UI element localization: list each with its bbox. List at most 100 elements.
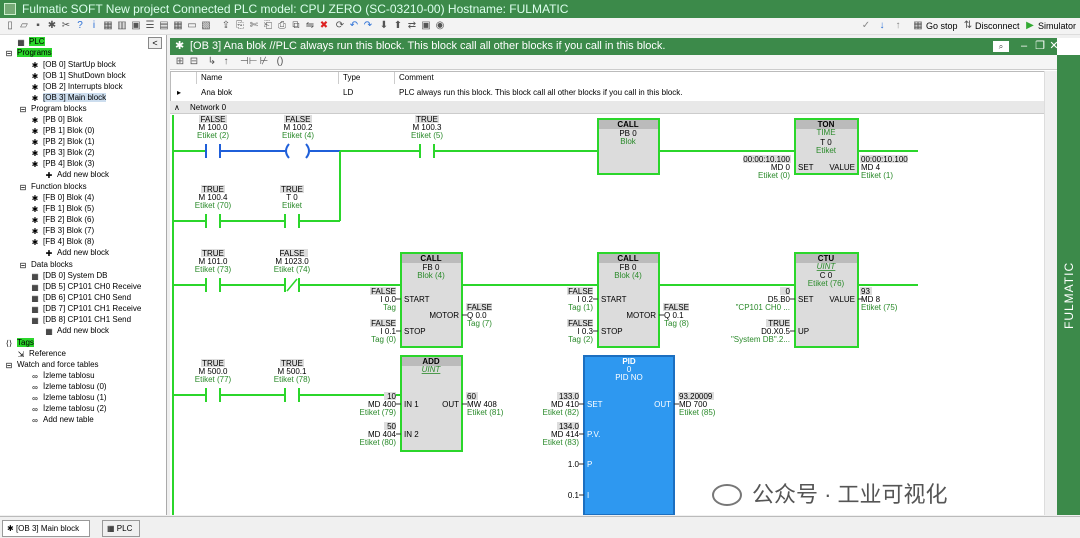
up-arrow-icon[interactable]: ↑: [892, 20, 904, 32]
grid-icon[interactable]: ▦: [102, 20, 114, 32]
add-network-icon[interactable]: ⊞: [174, 56, 186, 68]
tree-item-pb4[interactable]: ✱ [PB 4] Blok (3): [30, 158, 95, 169]
gear-icon: ✱: [31, 127, 39, 136]
coil-icon[interactable]: (): [274, 56, 286, 68]
table-icon[interactable]: ▦: [172, 20, 184, 32]
ladder-canvas[interactable]: FALSE M 100.0 Etiket (2) FALSE M 100.2 E…: [170, 115, 1050, 515]
no-contact-icon[interactable]: ⊣⊢: [240, 56, 257, 68]
duplicate-icon[interactable]: ⧉: [290, 20, 302, 32]
rows-icon[interactable]: ▤: [158, 20, 170, 32]
collapse-network-icon[interactable]: ∧: [174, 101, 180, 114]
collapse-tree-button[interactable]: <: [148, 37, 162, 49]
tree-item-db8[interactable]: ▦ [DB 8] CP101 CH1 Send: [30, 314, 131, 325]
simulator-button[interactable]: Simulator: [1038, 20, 1076, 32]
svg-text:Etiket (5): Etiket (5): [411, 131, 443, 140]
list-icon[interactable]: ☰: [144, 20, 156, 32]
tree-item-table1[interactable]: ∞ İzleme tablosu (0): [30, 381, 106, 392]
panel-icon[interactable]: ▣: [130, 20, 142, 32]
cut2-icon[interactable]: ✄: [248, 20, 260, 32]
split-icon[interactable]: ▥: [116, 20, 128, 32]
ladder-editor: ✱ [OB 3] Ana blok //PLC always run this …: [170, 38, 1080, 515]
tab-main-block[interactable]: ✱ [OB 3] Main block: [2, 520, 90, 537]
tree-item-programs[interactable]: ⊟ Programs: [4, 47, 52, 58]
branch-close-icon[interactable]: ↑: [220, 56, 232, 68]
cut-icon[interactable]: ✂: [60, 20, 72, 32]
remove-network-icon[interactable]: ⊟: [188, 56, 200, 68]
download-icon[interactable]: ⬇: [378, 20, 390, 32]
tree-item-fb2[interactable]: ✱ [FB 2] Blok (6): [30, 214, 94, 225]
vertical-scrollbar[interactable]: [1044, 71, 1057, 515]
compile-icon[interactable]: ⇪: [220, 20, 232, 32]
tree-item-fb3[interactable]: ✱ [FB 3] Blok (7): [30, 225, 94, 236]
tree-item-tags[interactable]: ⟨⟩ Tags: [4, 337, 34, 348]
save-icon[interactable]: ▪: [32, 20, 44, 32]
tree-item-function-blocks[interactable]: ⊟ Function blocks: [18, 181, 87, 192]
tree-item-program-blocks[interactable]: ⊟ Program blocks: [18, 103, 87, 114]
tree-item-ob1[interactable]: ✱ [OB 1] ShutDown block: [30, 70, 126, 81]
svg-text:Etiket (1): Etiket (1): [861, 171, 893, 180]
svg-text:Blok (4): Blok (4): [614, 271, 642, 280]
block-comment-cell[interactable]: PLC always run this block. This block ca…: [395, 86, 683, 100]
undo-icon[interactable]: ↶: [348, 20, 360, 32]
go-stop-button[interactable]: Go stop: [926, 20, 958, 32]
tree-item-ob3[interactable]: ✱ [OB 3] Main block: [30, 92, 107, 103]
tree-item-data-blocks[interactable]: ⊟ Data blocks: [18, 259, 73, 270]
watch-icon[interactable]: ◉: [434, 20, 446, 32]
compare-icon[interactable]: ⇄: [406, 20, 418, 32]
copy-icon[interactable]: ⎘: [234, 20, 246, 32]
check-icon[interactable]: ✓: [860, 20, 872, 32]
monitor-toggle-icon[interactable]: ⌕: [993, 41, 1009, 52]
tree-item-ob0[interactable]: ✱ [OB 0] StartUp block: [30, 59, 116, 70]
help-icon[interactable]: ?: [74, 20, 86, 32]
layout-icon[interactable]: ▧: [200, 20, 212, 32]
tree-item-table3[interactable]: ∞ İzleme tablosu (2): [30, 403, 106, 414]
table-icon: ▦: [31, 316, 39, 325]
delete-icon[interactable]: ✖: [318, 20, 330, 32]
tree-item-ob2[interactable]: ✱ [OB 2] Interrupts block: [30, 81, 123, 92]
clipboard-icon[interactable]: ⎙: [276, 20, 288, 32]
tree-item-add-table[interactable]: ∞ Add new table: [30, 414, 94, 425]
editor-header: ✱ [OB 3] Ana blok //PLC always run this …: [170, 38, 1060, 55]
move-icon[interactable]: ⇋: [304, 20, 316, 32]
block-type-cell[interactable]: LD: [339, 86, 353, 100]
monitor-icon[interactable]: ▣: [420, 20, 432, 32]
down-arrow-icon[interactable]: ↓: [876, 20, 888, 32]
tree-item-pb0[interactable]: ✱ [PB 0] Blok: [30, 114, 83, 125]
tree-item-pb1[interactable]: ✱ [PB 1] Blok (0): [30, 125, 95, 136]
tab-plc[interactable]: ▦ PLC: [102, 520, 140, 537]
upload-icon[interactable]: ⬆: [392, 20, 404, 32]
tree-item-add-db[interactable]: ▦ Add new block: [44, 325, 109, 336]
nc-contact-icon[interactable]: ⊬: [258, 56, 270, 68]
tree-item-fb1[interactable]: ✱ [FB 1] Blok (5): [30, 203, 94, 214]
tree-item-watch[interactable]: ⊟ Watch and force tables: [4, 359, 99, 370]
tree-item-fb0[interactable]: ✱ [FB 0] Blok (4): [30, 192, 94, 203]
tree-item-table2[interactable]: ∞ İzleme tablosu (1): [30, 392, 106, 403]
tree-item-reference[interactable]: ⇲ Reference: [16, 348, 66, 359]
tree-item-pb3[interactable]: ✱ [PB 3] Blok (2): [30, 147, 95, 158]
tree-item-db7[interactable]: ▦ [DB 7] CP101 CH1 Receive: [30, 303, 141, 314]
tree-item-add-fb[interactable]: ✚ Add new block: [44, 247, 109, 258]
tree-item-pb2[interactable]: ✱ [PB 2] Blok (1): [30, 136, 95, 147]
tree-item-db6[interactable]: ▦ [DB 6] CP101 CH0 Send: [30, 292, 131, 303]
minimize-icon[interactable]: –: [1018, 38, 1030, 55]
settings-icon[interactable]: ✱: [46, 20, 58, 32]
tree-item-fb4[interactable]: ✱ [FB 4] Blok (8): [30, 236, 94, 247]
restore-icon[interactable]: ❐: [1034, 38, 1046, 55]
tree-item-db5[interactable]: ▦ [DB 5] CP101 CH0 Receive: [30, 281, 141, 292]
refresh-icon[interactable]: ⟳: [334, 20, 346, 32]
new-icon[interactable]: ▯: [4, 20, 16, 32]
redo-icon[interactable]: ↷: [362, 20, 374, 32]
tree-item-table0[interactable]: ∞ İzleme tablosu: [30, 370, 94, 381]
disconnect-button[interactable]: Disconnect: [975, 20, 1020, 32]
branch-open-icon[interactable]: ↳: [206, 56, 218, 68]
open-icon[interactable]: ▱: [18, 20, 30, 32]
tree-item-add-pb[interactable]: ✚ Add new block: [44, 169, 109, 180]
info-icon[interactable]: i: [88, 20, 100, 32]
paste-icon[interactable]: ⎗: [262, 20, 274, 32]
block-name-cell[interactable]: Ana blok: [197, 86, 232, 100]
network-header[interactable]: ∧ Network 0: [170, 101, 1050, 114]
window-icon[interactable]: ▭: [186, 20, 198, 32]
tree-item-db0[interactable]: ▦ [DB 0] System DB: [30, 270, 107, 281]
close-icon[interactable]: ✕: [1048, 38, 1060, 55]
tree-item-plc[interactable]: ▦ PLC: [16, 36, 45, 47]
